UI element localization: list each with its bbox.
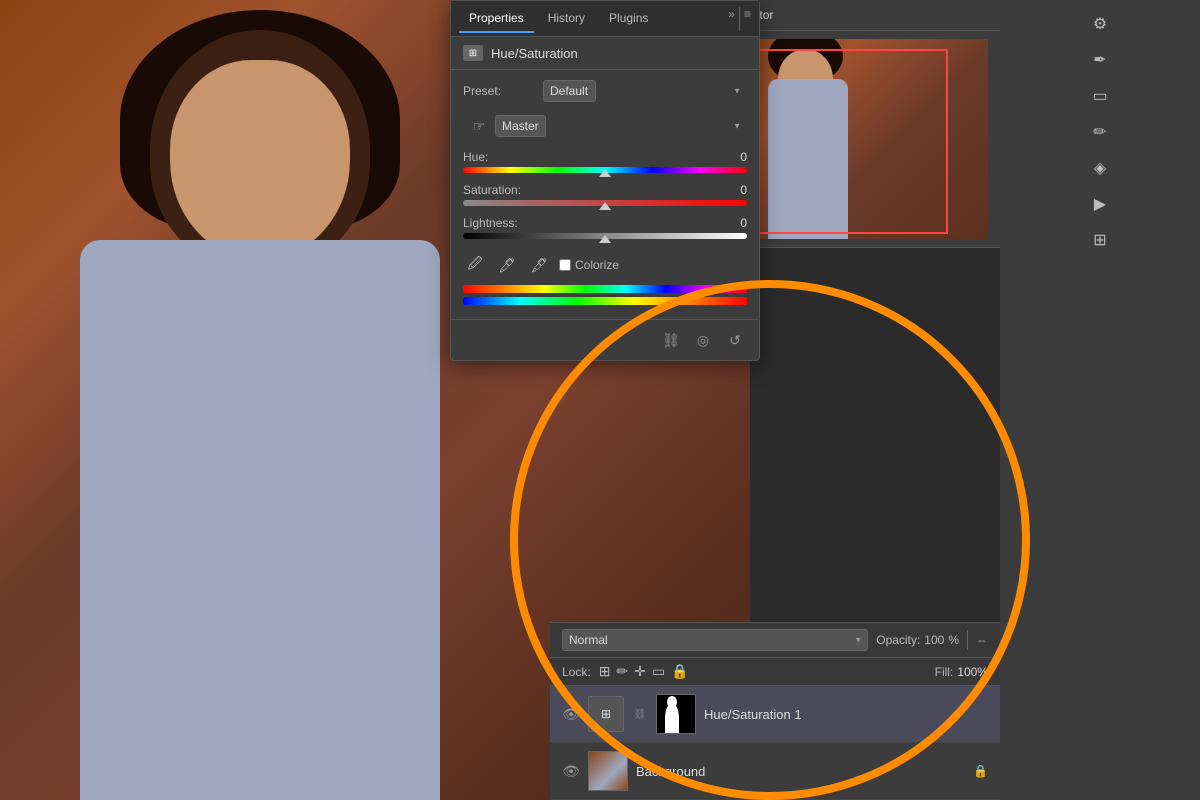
layer-hue-saturation[interactable]: 👁 ⊞ ⛓ Hue/Saturation 1 (550, 686, 1000, 743)
brush-lock-icon[interactable]: ✏ (616, 663, 628, 680)
blend-mode-wrapper: Normal (562, 629, 868, 651)
preset-row: Preset: Default (463, 80, 747, 102)
panel-tabs: Properties History Plugins » ≡ (451, 1, 759, 37)
play-tool-icon[interactable]: ▶ (1084, 188, 1116, 220)
hand-icon[interactable]: ☞ (463, 110, 495, 142)
colorize-checkbox[interactable] (559, 259, 571, 271)
lightness-value: 0 (717, 216, 747, 230)
lightness-slider-thumb[interactable] (599, 235, 611, 243)
undo-icon[interactable]: ↺ (723, 328, 747, 352)
lightness-row: Lightness: 0 (463, 216, 747, 239)
layer-mask-thumbnail-1 (656, 694, 696, 734)
opacity-label: Opacity: (876, 633, 920, 647)
pen-tool-icon[interactable]: ✒ (1084, 44, 1116, 76)
panel-footer: ⛓ ◎ ↺ (451, 319, 759, 360)
nav-body (768, 79, 848, 239)
saturation-value: 0 (717, 183, 747, 197)
tab-history[interactable]: History (538, 5, 595, 33)
layer-background[interactable]: 👁 Background 🔒 (550, 743, 1000, 800)
lock-icons-group: ⊞ ✏ ✛ ▭ 🔒 (599, 663, 689, 680)
layer-visibility-icon-2[interactable]: 👁 (562, 763, 580, 780)
color-bar-top (463, 285, 747, 293)
expand-icon[interactable]: » (728, 7, 735, 31)
preset-label: Preset: (463, 84, 543, 98)
eyedropper-icon[interactable]: 🖉 (463, 253, 487, 277)
opacity-value: 100 (924, 633, 944, 647)
opacity-row: Opacity: 100 % (876, 633, 959, 647)
layers-blend-row: Normal Opacity: 100 % ⇔ (550, 622, 1000, 658)
channel-select[interactable]: Master (495, 115, 546, 137)
move-lock-icon[interactable]: ✛ (634, 663, 646, 680)
layers-tool-icon[interactable]: ⊞ (1084, 224, 1116, 256)
fill-label: Fill: (935, 665, 954, 679)
lightness-slider-track[interactable] (463, 233, 747, 239)
panel-body: Preset: Default ☞ Master Hue: 0 (451, 70, 759, 319)
lock-label: Lock: (562, 665, 591, 679)
hue-label-row: Hue: 0 (463, 150, 747, 164)
panel-tab-extras: » ≡ (728, 7, 751, 31)
saturation-row: Saturation: 0 (463, 183, 747, 206)
properties-panel: Properties History Plugins » ≡ ⊞ Hue/Sat… (450, 0, 760, 361)
saturation-label-row: Saturation: 0 (463, 183, 747, 197)
lock-row: Lock: ⊞ ✏ ✛ ▭ 🔒 Fill: 100% (550, 658, 1000, 686)
separator (967, 630, 968, 650)
sliders-icon[interactable]: ⚙ (1084, 8, 1116, 40)
hue-value: 0 (717, 150, 747, 164)
background-lock-icon: 🔒 (973, 764, 988, 778)
tab-plugins[interactable]: Plugins (599, 5, 658, 33)
opacity-unit: % (948, 633, 959, 647)
fill-row: Fill: 100% (935, 665, 988, 679)
adjustment-layer-icon: ⊞ (463, 45, 483, 61)
person-face (170, 60, 350, 260)
eyedropper-plus-icon[interactable]: 🖊 (495, 253, 519, 277)
divider (739, 7, 740, 31)
panel-header: ⊞ Hue/Saturation (451, 37, 759, 70)
fill-value: 100% (957, 665, 988, 679)
layer-adjustment-icon-1: ⊞ (588, 696, 624, 732)
layer-link-icon: ⛓ (632, 696, 648, 732)
preset-select-wrapper: Default (543, 80, 747, 102)
layers-panel: Normal Opacity: 100 % ⇔ Lock: ⊞ ✏ ✛ ▭ 🔒 … (550, 622, 1000, 800)
saturation-slider-track[interactable] (463, 200, 747, 206)
colorize-label: Colorize (559, 258, 619, 272)
hue-slider-thumb[interactable] (599, 169, 611, 177)
expand-arrows-icon[interactable]: ⇔ (976, 633, 988, 647)
channel-select-wrapper: Master (495, 115, 747, 137)
hue-row: Hue: 0 (463, 150, 747, 173)
tab-properties[interactable]: Properties (459, 5, 534, 33)
eyedropper-minus-icon[interactable]: 🖋 (527, 253, 551, 277)
palette-tool-icon[interactable]: ◈ (1084, 152, 1116, 184)
lightness-label-row: Lightness: 0 (463, 216, 747, 230)
layer-thumbnail-2 (588, 751, 628, 791)
colorize-text: Colorize (575, 258, 619, 272)
preset-select[interactable]: Default (543, 80, 596, 102)
padlock-icon[interactable]: 🔒 (671, 663, 688, 680)
color-bar-bottom (463, 297, 747, 305)
link-icon[interactable]: ⛓ (659, 328, 683, 352)
right-toolbar: ⚙ ✒ ▭ ✏ ◈ ▶ ⊞ (1000, 0, 1200, 800)
menu-icon[interactable]: ≡ (744, 7, 751, 31)
eye-icon[interactable]: ◎ (691, 328, 715, 352)
channel-row: ☞ Master (463, 110, 747, 142)
panel-title: Hue/Saturation (491, 46, 578, 61)
artboard-lock-icon[interactable]: ▭ (652, 663, 665, 680)
checkerboard-lock-icon[interactable]: ⊞ (599, 663, 611, 680)
lightness-label: Lightness: (463, 216, 717, 230)
brush-tool-icon[interactable]: ✏ (1084, 116, 1116, 148)
hs-icon: ⊞ (469, 48, 477, 59)
saturation-label: Saturation: (463, 183, 717, 197)
layer-name-1: Hue/Saturation 1 (704, 707, 988, 722)
hue-label: Hue: (463, 150, 717, 164)
person-hoodie (80, 240, 440, 800)
rectangle-tool-icon[interactable]: ▭ (1084, 80, 1116, 112)
layer-name-2: Background (636, 764, 965, 779)
saturation-slider-thumb[interactable] (599, 202, 611, 210)
eyedropper-row: 🖉 🖊 🖋 Colorize (463, 249, 747, 281)
blend-mode-select[interactable]: Normal (562, 629, 868, 651)
hue-slider-track[interactable] (463, 167, 747, 173)
layer-visibility-icon-1[interactable]: 👁 (562, 706, 580, 723)
